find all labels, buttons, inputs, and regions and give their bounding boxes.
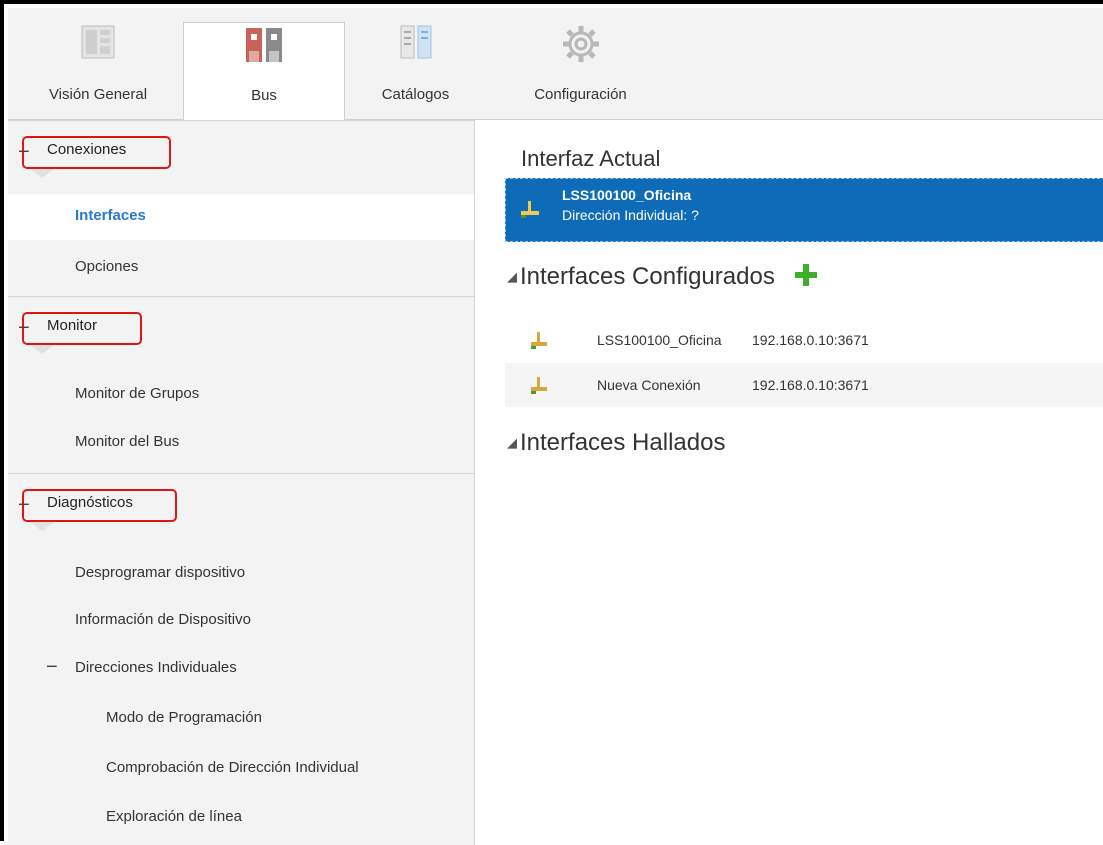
tab-label: Bus [251, 87, 277, 104]
sidebar-item-label: Comprobación de Dirección Individual [106, 759, 359, 776]
bus-icon [244, 25, 284, 69]
sidebar-item-label: Monitor del Bus [75, 433, 180, 450]
tab-label: Visión General [48, 86, 148, 103]
current-interface[interactable]: LSS100100_Oficina Dirección Individual: … [505, 178, 1103, 242]
main-panel: Interfaz Actual LSS100100_Oficina Direcc… [475, 120, 1103, 841]
catalogs-icon [398, 24, 434, 64]
group-conexiones[interactable]: − Conexiones [8, 120, 474, 185]
sidebar-item-label: Desprogramar dispositivo [75, 564, 246, 581]
collapse-icon[interactable]: − [46, 656, 58, 679]
app-window: Visión General Bus Catálogos Configuraci… [0, 0, 1103, 845]
sidebar-item-monitor-grupos[interactable]: Monitor de Grupos [8, 372, 474, 418]
current-interface-title: Interfaz Actual [521, 146, 661, 171]
sidebar-item-label: Modo de Programación [106, 709, 262, 726]
group-title: Diagnósticos [47, 494, 133, 511]
sidebar-item-label: Direcciones Individuales [75, 659, 237, 676]
sidebar-item-desprogramar[interactable]: Desprogramar dispositivo [8, 551, 474, 597]
current-interface-address: Dirección Individual: ? [562, 207, 699, 223]
tab-vision-general[interactable]: Visión General [28, 22, 168, 119]
sidebar-item-informacion[interactable]: Información de Dispositivo [8, 598, 474, 644]
configured-name: LSS100100_Oficina [597, 332, 722, 348]
group-monitor[interactable]: − Monitor [8, 296, 474, 361]
sidebar-item-exploracion[interactable]: Exploración de línea [8, 795, 474, 841]
sidebar-item-label: Exploración de línea [106, 808, 242, 825]
expand-triangle-icon[interactable]: ◢ [507, 269, 517, 284]
sidebar-item-label: Información de Dispositivo [75, 611, 251, 628]
sidebar-item-label: Opciones [75, 258, 139, 275]
tab-catalogos[interactable]: Catálogos [348, 22, 483, 119]
configured-ip: 192.168.0.10:3671 [752, 332, 869, 348]
overview-icon [80, 24, 116, 64]
sidebar: − Conexiones Interfaces Opciones − Monit… [8, 120, 475, 845]
notch [30, 345, 54, 354]
group-title: Monitor [47, 317, 98, 334]
sidebar-item-direcciones[interactable]: − Direcciones Individuales [8, 646, 474, 692]
sidebar-item-opciones[interactable]: Opciones [8, 245, 474, 291]
tab-label: Configuración [534, 86, 627, 103]
group-diagnosticos[interactable]: − Diagnósticos [8, 473, 474, 538]
sidebar-item-monitor-bus[interactable]: Monitor del Bus [8, 420, 474, 466]
configured-row[interactable]: Nueva Conexión 192.168.0.10:3671 [505, 363, 1103, 407]
notch [30, 522, 54, 531]
interface-icon [529, 376, 549, 399]
interface-icon [529, 331, 549, 354]
tab-label: Catálogos [381, 86, 450, 103]
configured-ip: 192.168.0.10:3671 [752, 377, 869, 393]
configured-title: Interfaces Configurados [520, 263, 775, 290]
sidebar-item-comprobacion[interactable]: Comprobación de Dirección Individual [8, 746, 474, 792]
group-title: Conexiones [47, 141, 127, 158]
collapse-icon[interactable]: − [18, 141, 30, 164]
found-title: Interfaces Hallados [520, 429, 726, 456]
current-interface-name: LSS100100_Oficina [562, 187, 692, 203]
ribbon: Visión General Bus Catálogos Configuraci… [8, 8, 1103, 121]
sidebar-item-interfaces[interactable]: Interfaces [8, 194, 474, 240]
tab-bus[interactable]: Bus [183, 22, 345, 121]
expand-triangle-icon[interactable]: ◢ [507, 435, 517, 450]
sidebar-item-modo-programacion[interactable]: Modo de Programación [8, 696, 474, 742]
tab-configuracion[interactable]: Configuración [503, 22, 658, 119]
configured-row[interactable]: LSS100100_Oficina 192.168.0.10:3671 [505, 318, 1103, 362]
interface-icon [519, 199, 541, 226]
configured-section-header[interactable]: ◢ Interfaces Configurados [507, 263, 818, 291]
configured-name: Nueva Conexión [597, 377, 701, 393]
collapse-icon[interactable]: − [18, 317, 30, 340]
collapse-icon[interactable]: − [18, 494, 30, 517]
gear-icon [561, 24, 601, 68]
sidebar-item-label: Interfaces [75, 207, 146, 224]
found-section-header[interactable]: ◢ Interfaces Hallados [507, 429, 725, 457]
notch [30, 169, 54, 178]
add-icon[interactable] [795, 263, 818, 286]
sidebar-item-label: Monitor de Grupos [75, 385, 200, 402]
